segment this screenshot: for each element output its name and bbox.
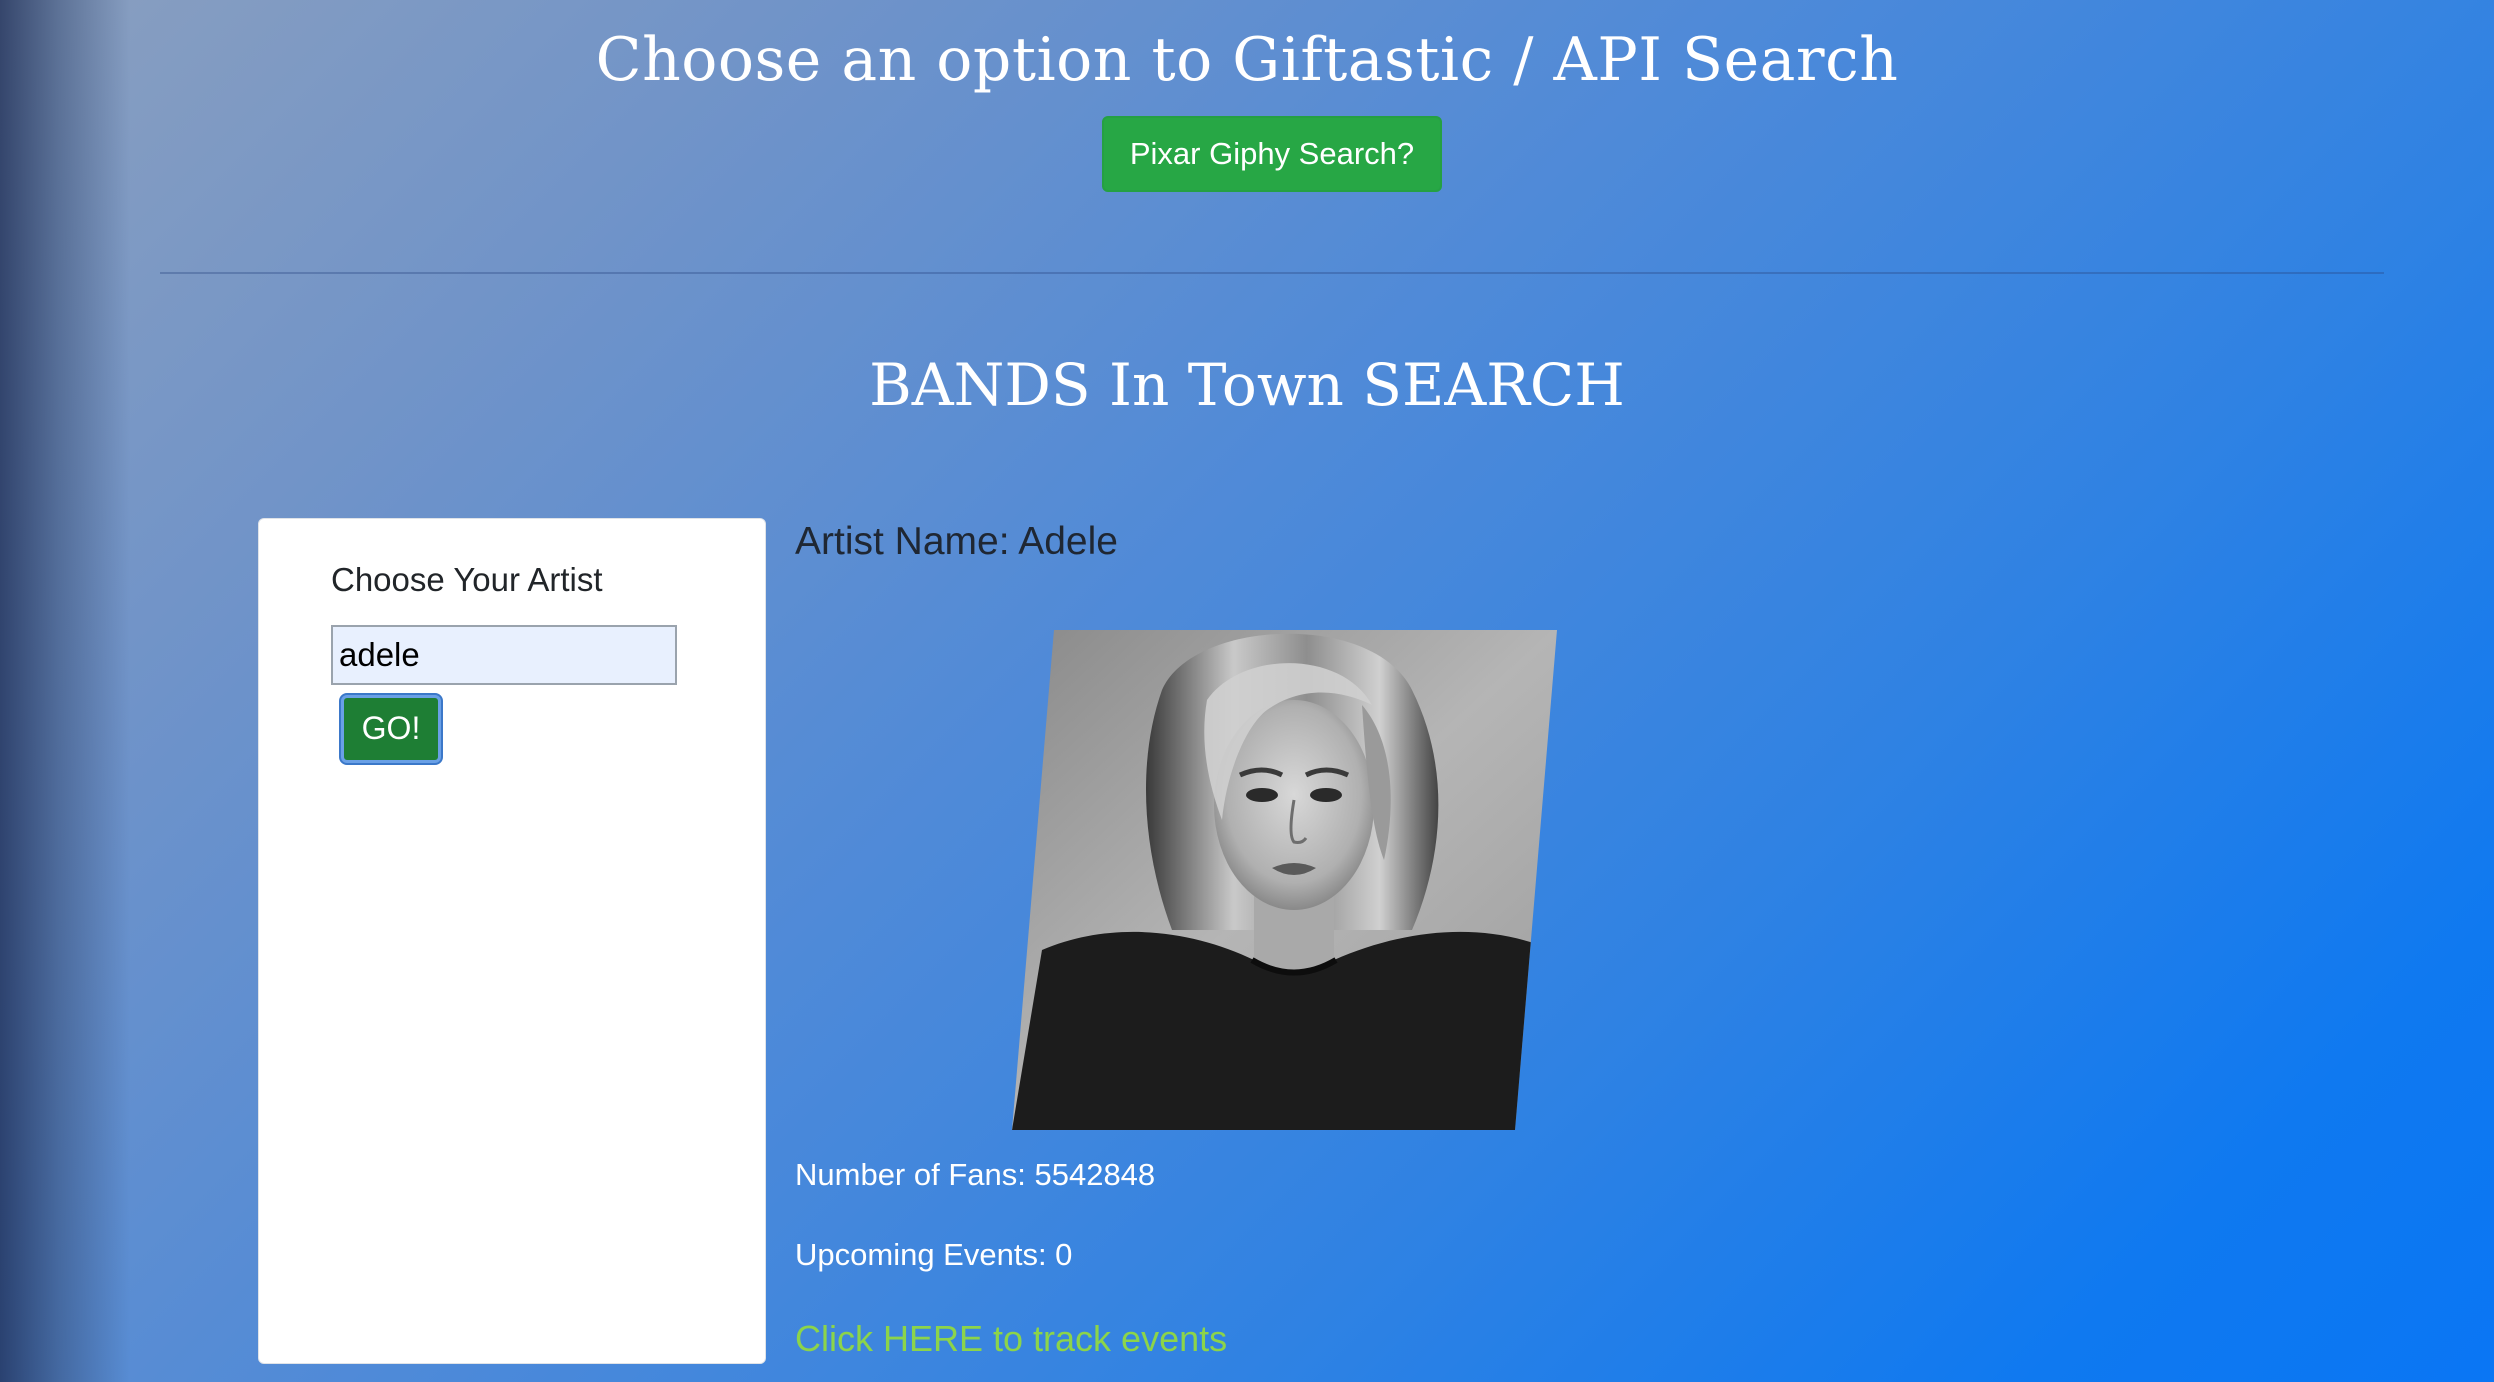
number-of-fans: Number of Fans: 5542848 (795, 1157, 1156, 1192)
section-title: BANDS In Town SEARCH (869, 351, 1625, 419)
artist-name-heading: Artist Name: Adele (795, 520, 1118, 563)
artist-photo (1012, 630, 1557, 1130)
left-edge-shadow (0, 0, 130, 1382)
artist-search-label: Choose Your Artist (331, 561, 603, 598)
artist-search-input[interactable] (331, 625, 677, 685)
divider (160, 272, 2384, 274)
track-events-link[interactable]: Click HERE to track events (795, 1314, 1227, 1364)
page-title: Choose an option to Giftastic / API Sear… (595, 25, 1899, 95)
go-button[interactable]: GO! (341, 695, 441, 763)
pixar-giphy-search-button[interactable]: Pixar Giphy Search? (1102, 116, 1442, 192)
artist-search-panel: Choose Your Artist GO! (258, 518, 766, 1364)
upcoming-events: Upcoming Events: 0 (795, 1237, 1073, 1272)
